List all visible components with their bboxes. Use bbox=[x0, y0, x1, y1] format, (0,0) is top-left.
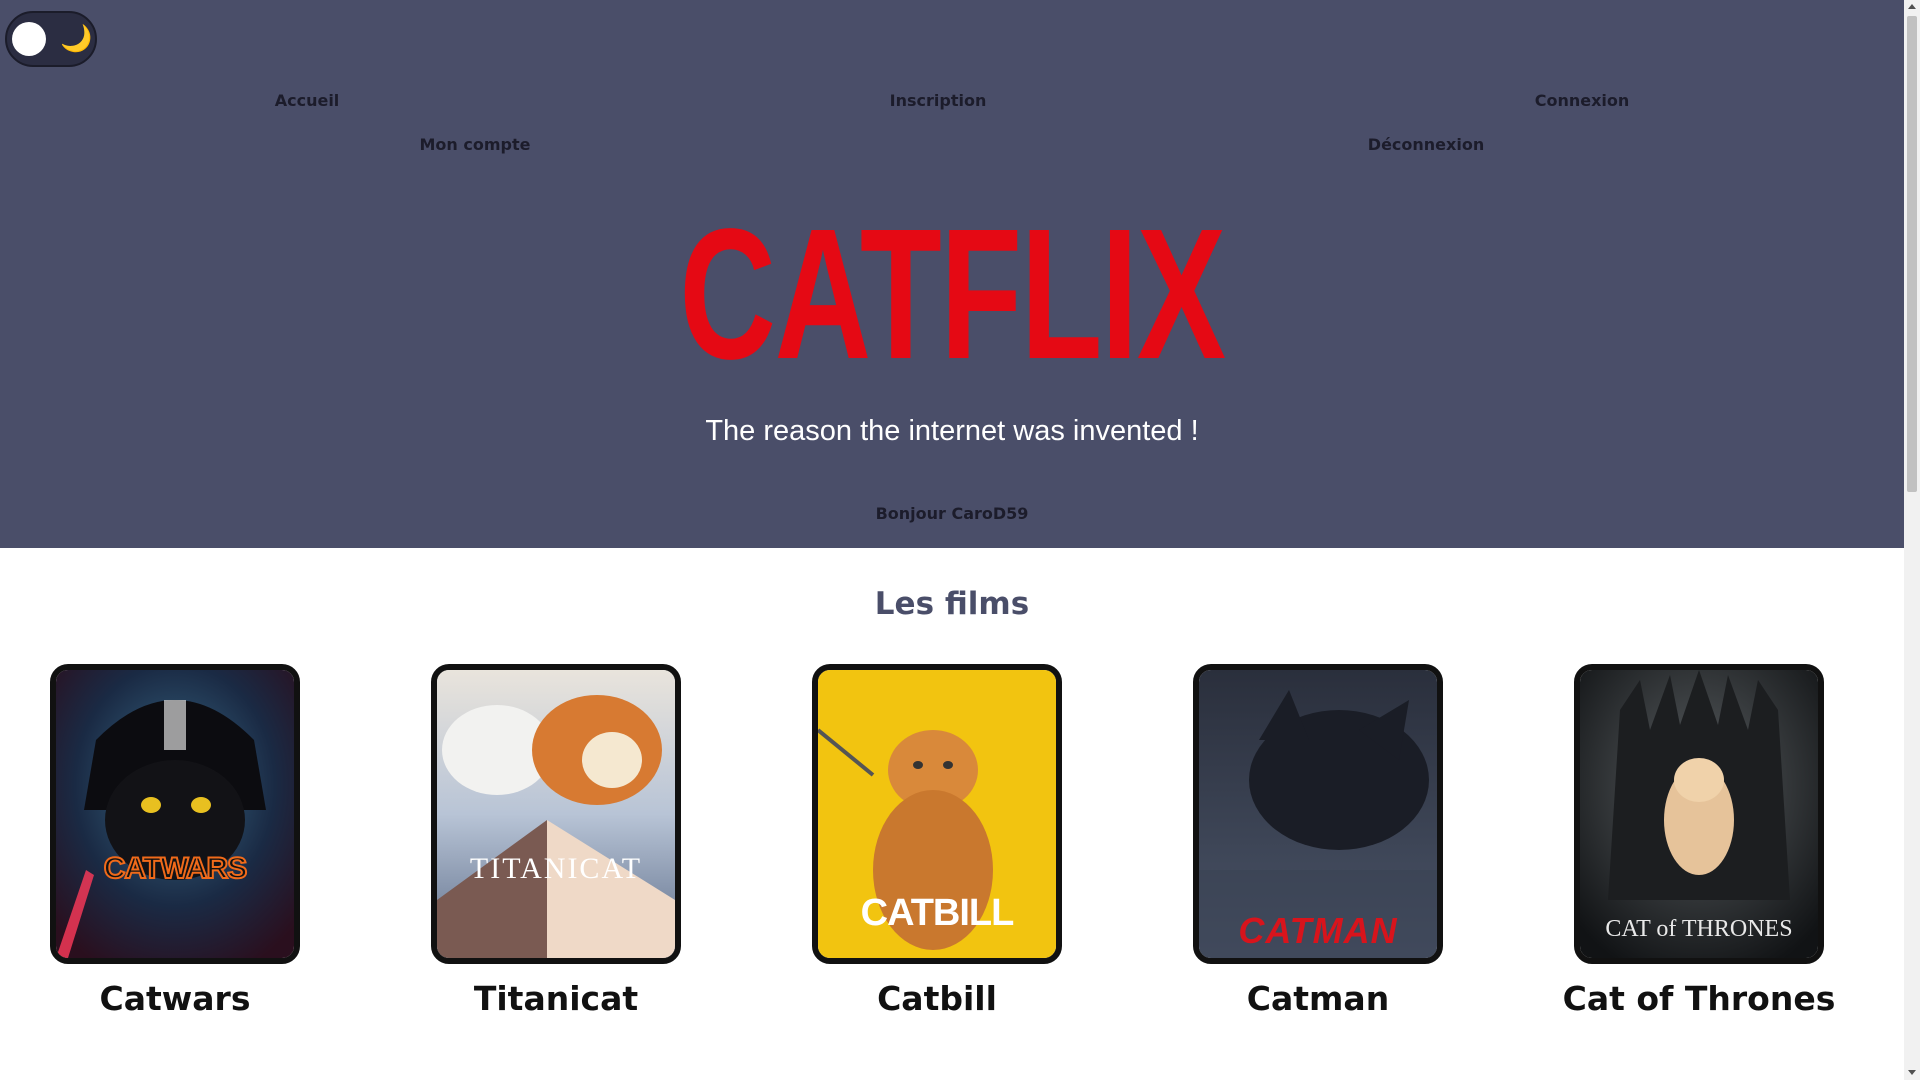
nav-logout-link[interactable]: Déconnexion bbox=[1368, 135, 1484, 155]
film-poster[interactable]: TITANICAT bbox=[431, 664, 681, 964]
film-poster[interactable]: CAT of THRONES bbox=[1574, 664, 1824, 964]
tagline: The reason the internet was invented ! bbox=[705, 415, 1199, 447]
user-greeting: Bonjour CaroD59 bbox=[875, 504, 1029, 523]
vertical-scrollbar[interactable] bbox=[1904, 0, 1920, 1080]
film-title[interactable]: Catbill bbox=[752, 979, 1122, 1019]
cat-of-thrones-poster-art bbox=[1580, 670, 1818, 958]
poster-text: CAT of THRONES bbox=[1605, 916, 1793, 942]
film-card[interactable]: CATBILL Catbill bbox=[812, 664, 1062, 1018]
site-header: 🌙 Accueil Inscription Connexion Mon comp… bbox=[0, 0, 1904, 548]
theme-toggle[interactable]: 🌙 bbox=[5, 11, 97, 67]
film-card[interactable]: CAT of THRONES Cat of Thrones bbox=[1563, 664, 1835, 1018]
nav-signup-link[interactable]: Inscription bbox=[890, 91, 987, 111]
nav-login-link[interactable]: Connexion bbox=[1535, 91, 1630, 111]
titanicat-poster-art bbox=[437, 670, 675, 958]
film-poster[interactable]: CATBILL bbox=[812, 664, 1062, 964]
film-card[interactable]: TITANICAT Titanicat bbox=[431, 664, 681, 1018]
scrollbar-thumb[interactable] bbox=[1907, 16, 1917, 492]
film-title[interactable]: Catwars bbox=[0, 979, 360, 1019]
moon-icon: 🌙 bbox=[60, 24, 93, 54]
poster-text: CATWARS bbox=[103, 851, 248, 886]
film-title[interactable]: Titanicat bbox=[371, 979, 741, 1019]
catwars-poster-art bbox=[56, 670, 294, 958]
film-title[interactable]: Catman bbox=[1133, 979, 1503, 1019]
nav-home-link[interactable]: Accueil bbox=[275, 91, 340, 111]
film-card[interactable]: CATMAN Catman bbox=[1193, 664, 1443, 1018]
film-poster[interactable]: CATMAN bbox=[1193, 664, 1443, 964]
poster-text: TITANICAT bbox=[469, 852, 643, 885]
film-card[interactable]: CATWARS Catwars bbox=[50, 664, 300, 1018]
toggle-knob bbox=[12, 22, 46, 56]
section-title: Les films bbox=[874, 586, 1030, 622]
film-title[interactable]: Cat of Thrones bbox=[1514, 979, 1884, 1019]
film-poster[interactable]: CATWARS bbox=[50, 664, 300, 964]
scroll-up-icon[interactable] bbox=[1908, 4, 1916, 9]
poster-text: CATMAN bbox=[1238, 910, 1398, 951]
poster-text: CATBILL bbox=[860, 892, 1015, 934]
nav-account-link[interactable]: Mon compte bbox=[420, 135, 531, 155]
catflix-logo: CATFLIX bbox=[679, 191, 1226, 398]
scroll-down-icon[interactable] bbox=[1908, 1070, 1916, 1075]
